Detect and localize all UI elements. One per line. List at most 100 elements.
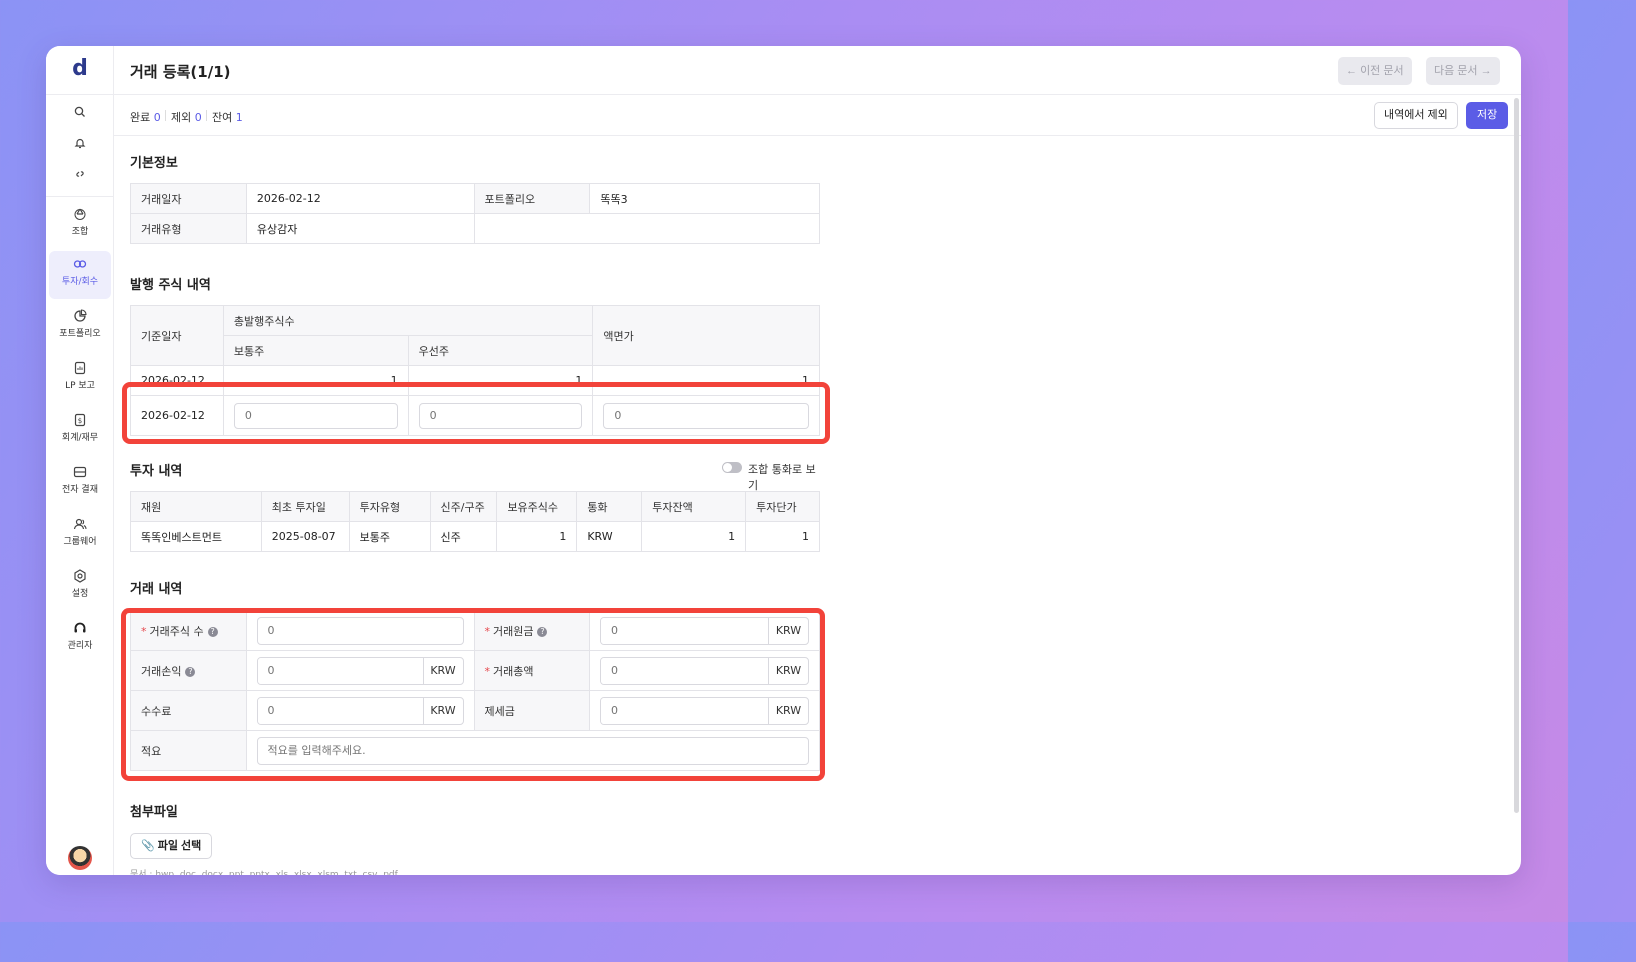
basic-info-table: 거래일자 2026-02-12 포트폴리오 똑똑3 거래유형 유상감자 [130,183,821,244]
file-select-label: 파일 선택 [157,840,202,852]
trade-shares-input[interactable] [256,616,464,645]
investment-table: 재원 최초 투자일 투자유형 신주/구주 보유주식수 통화 투자잔액 투자단가 … [130,491,820,552]
row-preferred: 1 [407,365,594,396]
help-icon[interactable]: ? [207,626,218,637]
investment-icon [73,260,87,268]
col-header: 투자단가 [745,491,820,522]
divider [206,110,207,121]
bell-icon[interactable] [46,137,114,152]
col-base-date: 기준일자 [130,305,224,366]
cell: 2025-08-07 [260,521,350,552]
investment-title: 투자 내역 [130,464,183,479]
scrollbar[interactable] [1514,98,1519,813]
sidebar-item-label: 설정 [71,589,89,599]
col-preferred: 우선주 [407,335,594,366]
issued-shares-table: 기준일자 총발행주식수 액면가 보통주 우선주 2026-02-12 1 1 1… [130,305,820,436]
currency-unit: KRW [422,697,463,724]
row-date: 2026-02-12 [130,365,224,396]
pie-chart-icon [74,309,87,322]
page-header: 거래 등록(1/1) ← 이전 문서 다음 문서 → [114,46,1521,95]
memo-label: 적요 [130,730,247,771]
remaining-count: 1 [235,111,243,124]
tax-field: KRW [600,696,809,725]
cell: 신주 [429,521,498,552]
accounting-icon: $ [74,413,86,427]
memo-input[interactable] [256,736,809,765]
app-logo[interactable]: d [46,56,114,81]
done-stat: 완료 0 [130,109,161,125]
cell: 보통주 [348,521,431,552]
help-icon[interactable]: ? [537,626,548,637]
settings-icon [74,569,86,583]
currency-unit: KRW [422,657,463,684]
excluded-count: 0 [194,111,202,124]
col-header: 투자잔액 [641,491,747,522]
label-text: 거래총액 [493,664,534,678]
issued-shares-title: 발행 주식 내역 [130,278,211,293]
next-document-label: 다음 문서 [1434,65,1478,77]
row-date: 2026-02-12 [130,395,224,436]
exclude-from-list-button[interactable]: 내역에서 제외 [1374,102,1458,129]
trade-title: 거래 내역 [130,582,183,597]
prev-document-label: 이전 문서 [1360,65,1404,77]
principal-field: KRW [600,616,809,645]
approval-icon [73,466,87,478]
total-label: * 거래총액 [473,650,590,691]
sidebar-item-settings[interactable]: 설정 [49,563,111,611]
sidebar-item-label: 조합 [71,227,89,237]
sidebar-item-lp-report[interactable]: LP 보고 [49,355,111,403]
trade-principal-input[interactable] [601,617,768,644]
sidebar-item-admin[interactable]: 관리자 [49,615,111,663]
portfolio-value: 똑똑3 [589,183,820,214]
status-bar: 완료 0 제외 0 잔여 1 내역에서 제외 저장 [114,95,1521,136]
cell: 1 [745,521,820,552]
trade-date-label: 거래일자 [130,183,247,214]
help-icon[interactable]: ? [185,666,196,677]
sidebar-item-portfolio[interactable]: 포트폴리오 [49,303,111,351]
admin-icon [74,622,86,633]
trade-type-label: 거래유형 [130,213,247,244]
sidebar: d 조합 투자/회수 포트폴리오 LP 보고 $ 회계/재무 전자 결재 그룹웨… [46,46,114,875]
done-label: 완료 [130,111,151,124]
trade-type-value: 유상감자 [245,213,475,244]
trade-total-input[interactable] [601,657,768,684]
toggle-label: 조합 통화로 보기 [748,463,816,492]
currency-unit: KRW [768,697,808,724]
search-icon[interactable] [46,106,114,121]
sidebar-item-investment[interactable]: 투자/회수 [49,251,111,299]
file-select-button[interactable]: 📎 파일 선택 [130,833,213,859]
excluded-stat: 제외 0 [171,109,202,125]
paperclip-icon: 📎 [141,840,155,852]
currency-view-toggle[interactable] [722,462,742,473]
col-header: 투자유형 [348,491,431,522]
link-icon[interactable] [46,168,114,183]
sidebar-item-label: 포트폴리오 [59,329,101,339]
save-button[interactable]: 저장 [1466,102,1509,129]
prev-document-button[interactable]: ← 이전 문서 [1338,57,1412,85]
sidebar-item-accounting[interactable]: $ 회계/재무 [49,407,111,455]
table-row: 똑똑인베스트먼트 2025-08-07 보통주 신주 1 KRW 1 1 [130,521,820,552]
next-document-button[interactable]: 다음 문서 → [1426,57,1500,85]
divider [46,196,114,197]
col-header: 통화 [576,491,643,522]
col-total-shares: 총발행주식수 [222,305,594,336]
par-value-input[interactable] [603,402,809,429]
remaining-stat: 잔여 1 [212,109,243,125]
preferred-shares-input[interactable] [418,402,583,429]
attachment-title: 첨부파일 [130,805,178,820]
sidebar-item-label: 투자/회수 [61,277,99,287]
avatar[interactable] [68,846,92,870]
currency-unit: KRW [768,617,808,644]
fee-input[interactable] [257,697,423,724]
trade-pnl-input[interactable] [257,657,423,684]
sidebar-item-approval[interactable]: 전자 결재 [49,459,111,507]
cell: 똑똑인베스트먼트 [130,521,262,552]
sidebar-item-label: 전자 결재 [62,485,98,495]
tax-input[interactable] [601,697,768,724]
trade-table: *거래주식 수? *거래원금? KRW 거래손익? KRW *거래총액 KRW … [130,610,820,771]
divider [165,110,166,121]
sidebar-item-fund[interactable]: 조합 [49,201,111,249]
common-shares-input[interactable] [233,402,398,429]
sidebar-item-groupware[interactable]: 그룹웨어 [49,511,111,559]
cell: 1 [641,521,747,552]
